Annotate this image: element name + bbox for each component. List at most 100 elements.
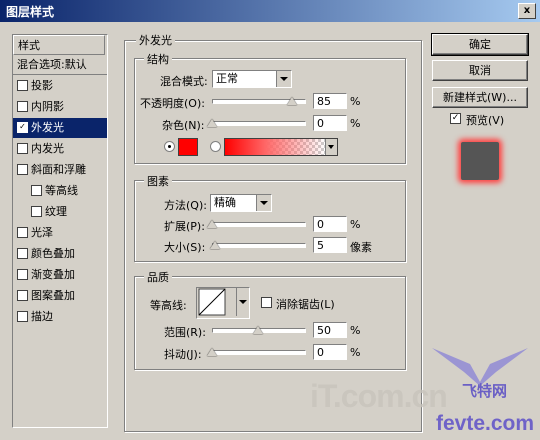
size-slider-thumb[interactable] [210, 241, 220, 249]
style-item-label: 描边 [31, 310, 53, 323]
outer-glow-title: 外发光 [136, 32, 175, 48]
opacity-input[interactable]: 85 [313, 93, 347, 109]
style-item[interactable]: 描边 [13, 307, 107, 327]
style-item-checkbox[interactable] [17, 142, 28, 154]
style-item[interactable]: 图案叠加 [13, 286, 107, 306]
close-button[interactable]: x [518, 3, 536, 19]
style-item-checkbox[interactable] [17, 100, 28, 112]
noise-slider-thumb[interactable] [207, 119, 217, 127]
style-item-label: 渐变叠加 [31, 268, 75, 281]
range-label: 范围(R): [164, 326, 206, 339]
range-input[interactable]: 50 [313, 322, 347, 338]
range-slider-thumb[interactable] [253, 326, 263, 334]
style-item[interactable]: 斜面和浮雕 [13, 160, 107, 180]
style-item-label: 等高线 [45, 184, 78, 197]
style-item-label: 图案叠加 [31, 289, 75, 302]
styles-list: 样式 混合选项:默认 投影 内阴影 ✓ 外发光 内发光 斜面和浮雕 等高线 纹理 光泽 颜色叠加渐… [12, 34, 108, 428]
spread-slider-thumb[interactable] [207, 220, 217, 228]
antialias-label: 消除锯齿(L) [276, 298, 335, 311]
opacity-slider-thumb[interactable] [287, 97, 297, 105]
jitter-label: 抖动(J): [164, 348, 202, 361]
gradient-picker[interactable] [224, 138, 338, 156]
style-item[interactable]: 纹理 [13, 202, 107, 222]
size-input[interactable]: 5 [313, 237, 347, 253]
style-item-checkbox[interactable] [17, 268, 28, 280]
style-item-label: 斜面和浮雕 [31, 163, 86, 176]
style-preview [453, 134, 509, 190]
chevron-down-icon [256, 195, 271, 211]
noise-input[interactable]: 0 [313, 115, 347, 131]
checkmark-icon: ✓ [451, 113, 460, 123]
blend-mode-select[interactable]: 正常 [212, 70, 292, 88]
new-style-button[interactable]: 新建样式(W)... [432, 87, 528, 108]
style-item[interactable]: 渐变叠加 [13, 265, 107, 285]
noise-slider[interactable] [212, 121, 306, 126]
style-item[interactable]: 投影 [13, 76, 107, 96]
spread-input[interactable]: 0 [313, 216, 347, 232]
style-item-checkbox[interactable] [17, 163, 28, 175]
opacity-label: 不透明度(O): [140, 97, 205, 110]
structure-title: 结构 [144, 51, 172, 67]
style-item-label: 光泽 [31, 226, 53, 239]
chevron-down-icon [325, 139, 337, 155]
size-label: 大小(S): [164, 241, 206, 254]
blend-mode-value: 正常 [216, 72, 238, 85]
preview-checkbox[interactable]: ✓ [450, 113, 461, 124]
watermark-right-top: 飞特网 [462, 382, 508, 400]
style-item-checkbox[interactable]: ✓ [17, 121, 28, 133]
glow-color-swatch[interactable] [178, 138, 198, 156]
style-item-checkbox[interactable] [17, 289, 28, 301]
style-item-checkbox[interactable] [17, 310, 28, 322]
jitter-input[interactable]: 0 [313, 344, 347, 360]
size-slider[interactable] [212, 243, 306, 248]
contour-picker[interactable] [196, 287, 250, 319]
gradient-radio[interactable] [210, 141, 221, 152]
window-title: 图层样式 [6, 5, 55, 19]
preview-thumbnail [461, 142, 499, 180]
blend-mode-label: 混合模式: [160, 75, 208, 88]
style-item[interactable]: 颜色叠加 [13, 244, 107, 264]
watermark-right-bottom: fevte.com [436, 412, 535, 435]
cancel-button[interactable]: 取消 [432, 60, 528, 81]
technique-value: 精确 [214, 196, 236, 209]
contour-label: 等高线: [150, 299, 187, 312]
noise-unit: % [350, 117, 361, 130]
solid-color-radio[interactable] [164, 141, 175, 152]
styles-header[interactable]: 样式 [13, 35, 105, 55]
spread-unit: % [350, 218, 361, 231]
elements-title: 图素 [144, 173, 172, 189]
style-item-checkbox[interactable] [31, 205, 42, 217]
size-unit: 像素 [350, 241, 372, 254]
technique-select[interactable]: 精确 [210, 194, 272, 212]
style-item-checkbox[interactable] [31, 184, 42, 196]
style-item-label: 外发光 [31, 121, 64, 134]
spread-slider[interactable] [212, 222, 306, 227]
style-item-label: 投影 [31, 79, 53, 92]
technique-label: 方法(Q): [164, 199, 207, 212]
style-item-checkbox[interactable] [17, 226, 28, 238]
jitter-unit: % [350, 346, 361, 359]
style-item[interactable]: 内阴影 [13, 97, 107, 117]
blend-options-default[interactable]: 混合选项:默认 [13, 55, 107, 75]
style-item[interactable]: 光泽 [13, 223, 107, 243]
opacity-unit: % [350, 95, 361, 108]
ok-button[interactable]: 确定 [431, 33, 529, 56]
style-item-label: 内发光 [31, 142, 64, 155]
jitter-slider-thumb[interactable] [207, 348, 217, 356]
style-item[interactable]: 内发光 [13, 139, 107, 159]
style-item-checkbox[interactable] [17, 247, 28, 259]
preview-label: 预览(V) [466, 114, 505, 127]
jitter-slider[interactable] [212, 350, 306, 355]
style-item-checkbox[interactable] [17, 79, 28, 91]
contour-preview [198, 288, 226, 316]
style-item[interactable]: 等高线 [13, 181, 107, 201]
style-item-label: 内阴影 [31, 100, 64, 113]
spread-label: 扩展(P): [164, 220, 205, 233]
range-unit: % [350, 324, 361, 337]
style-item-label: 纹理 [45, 205, 67, 218]
style-item[interactable]: ✓ 外发光 [13, 118, 107, 138]
noise-label: 杂色(N): [162, 119, 205, 132]
antialias-checkbox[interactable] [261, 297, 272, 308]
chevron-down-icon [236, 288, 249, 316]
style-item-label: 颜色叠加 [31, 247, 75, 260]
